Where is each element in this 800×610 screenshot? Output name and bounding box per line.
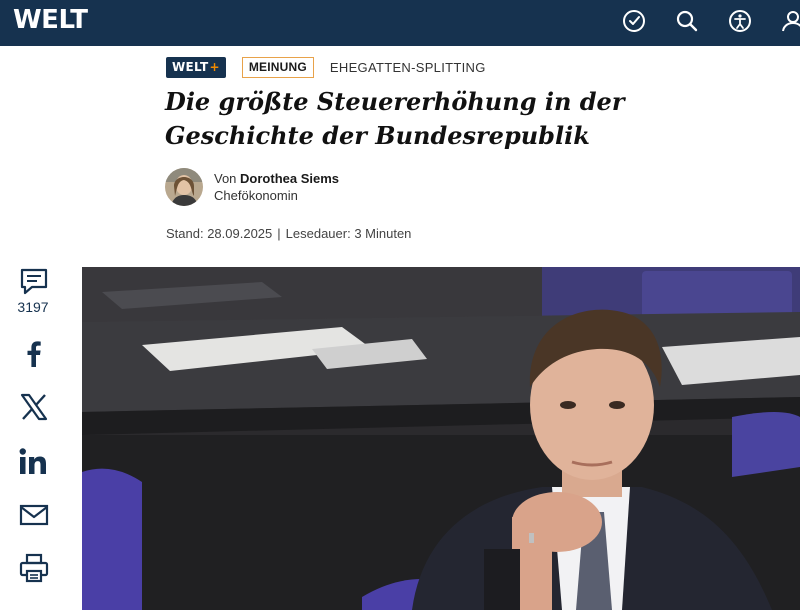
comment-icon[interactable] [18, 265, 50, 297]
author-role: Chefökonomin [214, 188, 298, 203]
top-navigation-bar: WELT [0, 0, 800, 46]
print-icon[interactable] [18, 552, 50, 584]
reading-time: Lesedauer: 3 Minuten [285, 226, 412, 241]
welt-plus-badge: WELT + [166, 56, 226, 78]
author-avatar[interactable] [165, 168, 203, 206]
hero-image[interactable] [82, 267, 800, 610]
check-circle-icon[interactable] [621, 8, 647, 34]
author-line: Von Dorothea Siems [214, 170, 339, 187]
author-prefix: Von [214, 171, 237, 186]
facebook-icon[interactable] [18, 338, 50, 370]
comment-count[interactable]: 3197 [10, 299, 56, 315]
author-name[interactable]: Dorothea Siems [240, 171, 339, 186]
welt-logo[interactable]: WELT [13, 5, 88, 35]
meta-separator: | [277, 226, 281, 241]
welt-plus-badge-text: WELT [172, 60, 209, 74]
accessibility-icon[interactable] [727, 8, 753, 34]
opinion-badge: MEINUNG [241, 56, 314, 78]
user-icon[interactable] [780, 8, 800, 34]
mail-icon[interactable] [18, 499, 50, 531]
x-icon[interactable] [18, 391, 50, 423]
plus-symbol: + [209, 60, 220, 74]
search-icon[interactable] [674, 8, 700, 34]
topic-label[interactable]: EHEGATTEN-SPLITTING [330, 60, 486, 75]
author-text: Von Dorothea Siems Chefökonomin [214, 170, 339, 204]
author-block: Von Dorothea Siems Chefökonomin [165, 168, 339, 206]
hero-photo-illustration [82, 267, 800, 610]
article-date: Stand: 28.09.2025 [166, 226, 273, 241]
linkedin-icon[interactable] [18, 446, 50, 478]
article-headline: Die größte Steuererhöhung in der Geschic… [165, 87, 625, 150]
article-meta: Stand: 28.09.2025 | Lesedauer: 3 Minuten [166, 226, 411, 241]
article-kicker: WELT + MEINUNG EHEGATTEN-SPLITTING [166, 56, 486, 78]
